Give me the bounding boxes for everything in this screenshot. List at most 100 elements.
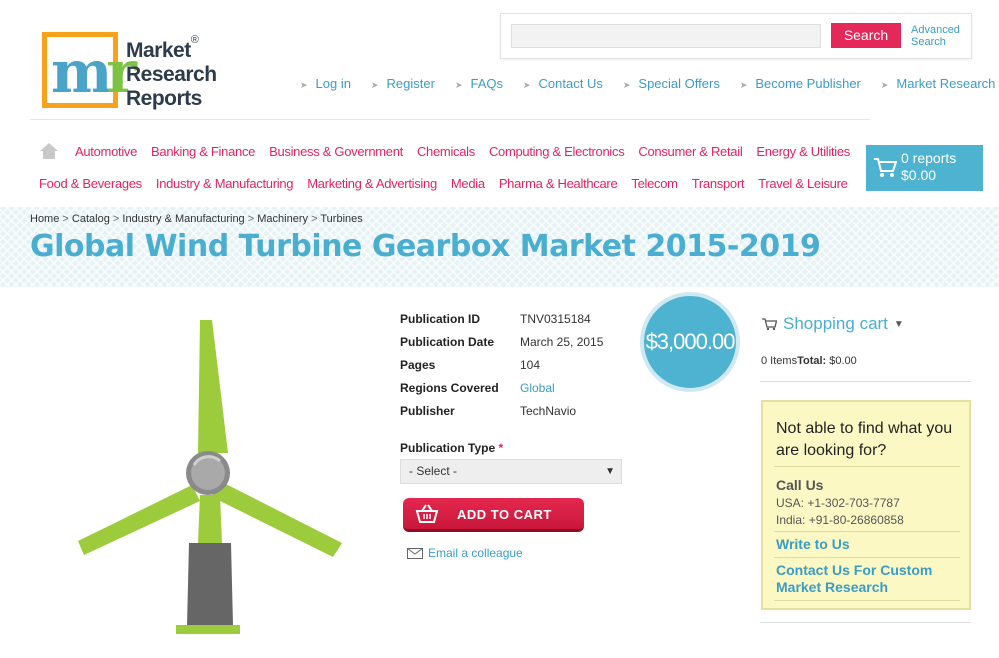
sidebar-divider [760,381,971,382]
envelope-icon [407,548,423,560]
publication-details: Publication ID TNV0315184 Publication Date… [400,312,603,427]
logo-letters: mr [51,38,137,106]
advanced-search-link[interactable]: Advanced Search [911,24,960,48]
top-link[interactable]: Become Publisher [755,76,861,91]
top-link[interactable]: FAQs [470,76,503,91]
category-nav-row-2: Food & Beverages Industry & Manufacturing… [39,176,862,191]
help-divider [774,531,960,532]
category-link[interactable]: Banking & Finance [151,144,255,159]
category-link[interactable]: Chemicals [417,144,475,159]
logo-mark: mr [42,32,137,108]
price-badge: $3,000.00 [640,292,740,392]
category-link[interactable]: Media [451,176,485,191]
arrow-right-icon: ➤ [370,80,379,90]
arrow-right-icon: ➤ [880,80,889,90]
detail-row: Regions Covered Global [400,381,603,404]
add-to-cart-label: ADD TO CART [457,507,552,522]
basket-icon [415,504,439,523]
breadcrumb-item[interactable]: Home [30,213,59,225]
help-divider [774,466,960,467]
help-box: Not able to find what you are looking fo… [761,400,971,610]
dropdown-caret-icon: ▼ [605,466,615,477]
breadcrumb-separator: > [311,213,318,225]
category-link[interactable]: Computing & Electronics [489,144,625,159]
cart-icon [762,318,777,331]
phone-india: India: +91-80-26860858 [776,513,904,527]
product-image [78,320,342,634]
category-nav-row-1: Automotive Banking & Finance Business & Go… [75,144,864,159]
category-link[interactable]: Industry & Manufacturing [156,176,294,191]
logo-wordmark: Market® Research Reports [126,34,217,110]
detail-value: TechNavio [520,404,577,418]
detail-row: Publication Date March 25, 2015 [400,335,603,358]
required-mark: * [498,441,504,455]
breadcrumb-item[interactable]: Machinery [257,213,308,225]
detail-label: Publication ID [400,312,481,326]
category-link[interactable]: Food & Beverages [39,176,142,191]
detail-label: Pages [400,358,436,372]
top-link[interactable]: Log in [316,76,351,91]
home-icon[interactable] [40,143,58,159]
sidebar-divider [760,622,971,623]
top-link[interactable]: Register [387,76,435,91]
call-us-heading: Call Us [776,477,824,493]
shopping-cart-total: 0 ItemsTotal: $0.00 [761,355,857,367]
category-link[interactable]: Energy & Utilities [756,144,850,159]
help-divider [774,600,960,601]
chevron-down-icon: ▼ [893,319,904,331]
detail-value: March 25, 2015 [520,335,604,349]
breadcrumb-separator: > [247,213,255,225]
detail-value: 104 [520,358,541,372]
page: mr Market® Research Reports Search Advan… [0,0,999,658]
breadcrumb-separator: > [112,213,120,225]
search-panel: Search Advanced Search [500,13,972,59]
breadcrumb-item[interactable]: Turbines [320,213,362,225]
arrow-right-icon: ➤ [454,80,463,90]
page-title: Global Wind Turbine Gearbox Market 2015-… [30,229,821,264]
breadcrumb-item[interactable]: Industry & Manufacturing [122,213,244,225]
arrow-right-icon: ➤ [739,80,748,90]
wind-turbine-icon [78,320,342,634]
custom-research-link[interactable]: Contact Us For Custom Market Research [776,562,966,596]
arrow-right-icon: ➤ [300,80,308,90]
category-link[interactable]: Pharma & Healthcare [499,176,618,191]
add-to-cart-button[interactable]: ADD TO CART [403,498,584,532]
shopping-cart-title: Shopping cart [783,314,888,333]
top-links: ➤ Log in ➤ Register ➤ FAQs ➤ Contact Us ➤ Special… [300,76,999,94]
site-logo[interactable]: mr Market® Research Reports [40,30,220,112]
detail-value[interactable]: Global [520,381,555,404]
write-to-us-link[interactable]: Write to Us [776,536,966,553]
search-button[interactable]: Search [831,23,901,48]
detail-label: Publisher [400,404,455,418]
cart-icon [874,158,897,177]
category-link[interactable]: Consumer & Retail [638,144,742,159]
category-link[interactable]: Business & Government [269,144,403,159]
phone-usa: USA: +1-302-703-7787 [776,496,900,510]
top-link[interactable]: Contact Us [539,76,603,91]
search-input[interactable] [511,24,821,48]
header-cart[interactable]: 0 reports $0.00 [866,145,983,191]
publication-type-selected: - Select - [409,464,458,478]
detail-label: Regions Covered [400,381,499,395]
header-cart-summary: 0 reports $0.00 [901,150,956,184]
detail-value: TNV0315184 [520,312,591,326]
header-divider [30,119,870,120]
publication-type-select[interactable]: - Select - ▼ [400,459,622,484]
shopping-cart-header[interactable]: Shopping cart ▼ [762,314,904,334]
breadcrumb-item[interactable]: Catalog [72,213,110,225]
arrow-right-icon: ➤ [622,80,631,90]
category-link[interactable]: Telecom [631,176,678,191]
category-link[interactable]: Automotive [75,144,137,159]
top-link[interactable]: Special Offers [638,76,719,91]
publication-type-label: Publication Type * [400,441,504,455]
breadcrumb: Home > Catalog > Industry & Manufacturin… [30,213,363,225]
category-link[interactable]: Marketing & Advertising [307,176,437,191]
help-divider [774,557,960,558]
title-banner: Home > Catalog > Industry & Manufacturin… [0,207,999,287]
detail-row: Publisher TechNavio [400,404,603,427]
detail-row: Pages 104 [400,358,603,381]
category-link[interactable]: Transport [692,176,745,191]
email-colleague-link[interactable]: Email a colleague [407,546,523,560]
category-link[interactable]: Travel & Leisure [758,176,848,191]
top-link[interactable]: Market Research Blog [896,76,999,91]
